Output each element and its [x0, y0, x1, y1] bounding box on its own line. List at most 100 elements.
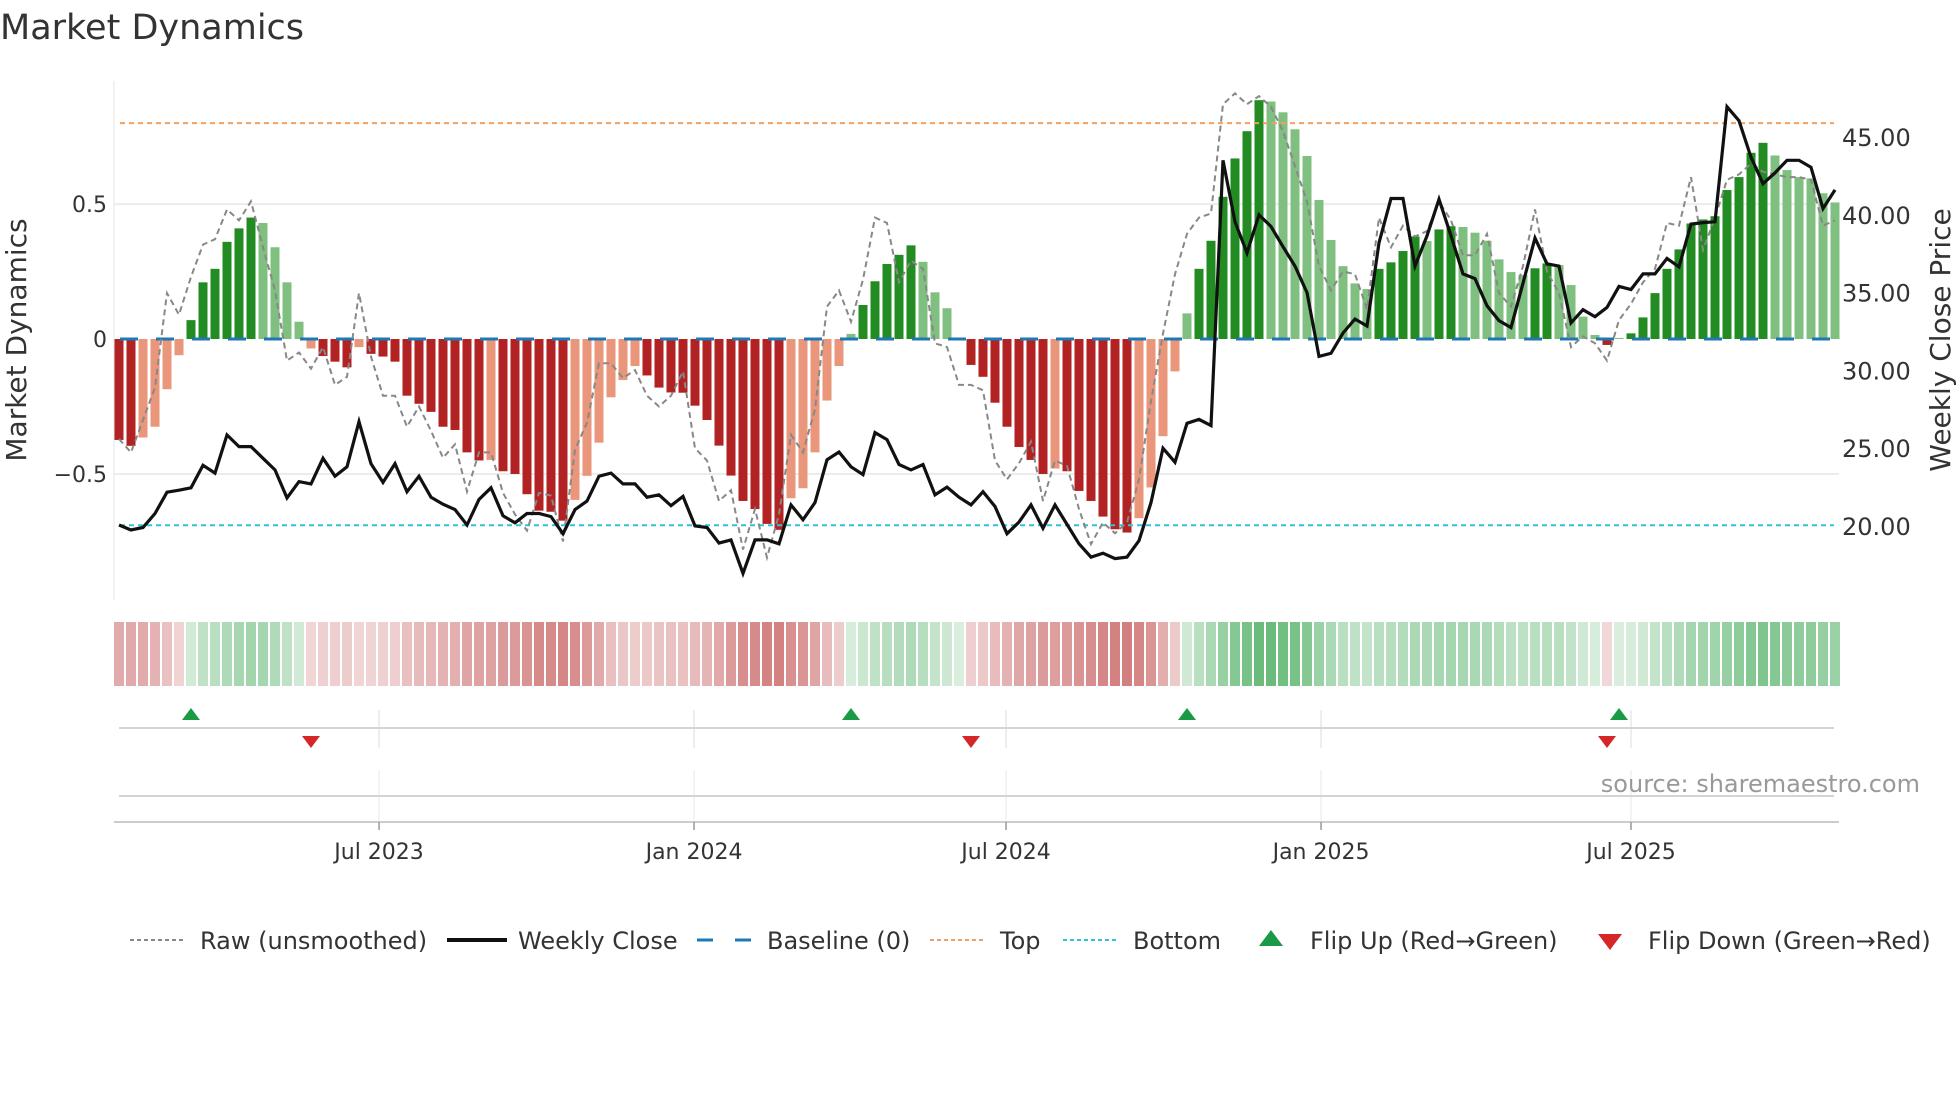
- legend-item-top: Top: [930, 927, 1041, 955]
- bar: [630, 339, 640, 367]
- bar: [414, 339, 424, 404]
- legend-item-flip-up: Flip Up (Red→Green): [1259, 927, 1558, 955]
- bar: [510, 339, 520, 474]
- heat-cell: [306, 622, 316, 686]
- heat-cell: [1314, 622, 1324, 686]
- heat-cell: [750, 622, 760, 686]
- heat-cell: [1302, 622, 1312, 686]
- heat-cell: [198, 622, 208, 686]
- heat-cell: [1326, 622, 1336, 686]
- heat-strip: [114, 622, 1840, 686]
- heat-cell: [714, 622, 724, 686]
- heat-cell: [1674, 622, 1684, 686]
- heat-cell: [786, 622, 796, 686]
- heat-cell: [606, 622, 616, 686]
- heat-cell: [546, 622, 556, 686]
- bar: [906, 245, 916, 340]
- bar: [990, 339, 1000, 403]
- heat-cell: [126, 622, 136, 686]
- heat-cell: [1050, 622, 1060, 686]
- heat-cell: [498, 622, 508, 686]
- y2-tick-label: 45.00: [1842, 124, 1911, 152]
- bar: [558, 339, 568, 521]
- heat-cell: [798, 622, 808, 686]
- heat-cell: [1542, 622, 1552, 686]
- legend-label: Raw (unsmoothed): [200, 927, 427, 955]
- heat-cell: [1554, 622, 1564, 686]
- bar: [594, 339, 604, 443]
- heat-cell: [1158, 622, 1168, 686]
- bar: [378, 339, 388, 357]
- chart-title: Market Dynamics: [0, 8, 304, 48]
- heat-cell: [1026, 622, 1036, 686]
- bar: [1002, 339, 1012, 427]
- heat-cell: [690, 622, 700, 686]
- bar: [126, 339, 136, 446]
- heat-cell: [774, 622, 784, 686]
- heat-cell: [138, 622, 148, 686]
- heat-cell: [630, 622, 640, 686]
- heat-cell: [846, 622, 856, 686]
- bar: [210, 268, 220, 340]
- heat-cell: [1374, 622, 1384, 686]
- bar: [246, 217, 256, 340]
- heat-cell: [426, 622, 436, 686]
- bar: [198, 282, 208, 340]
- x-tick-label: Jul 2023: [332, 840, 424, 865]
- heat-cell: [474, 622, 484, 686]
- bar: [966, 339, 976, 365]
- heat-cell: [1098, 622, 1108, 686]
- bar: [1482, 240, 1492, 340]
- heat-cell: [654, 622, 664, 686]
- heat-cell: [1638, 622, 1648, 686]
- bar: [462, 339, 472, 453]
- heat-cell: [342, 622, 352, 686]
- heat-cell: [870, 622, 880, 686]
- bar: [1434, 229, 1444, 340]
- bar: [738, 339, 748, 501]
- bar: [1386, 262, 1396, 340]
- heat-cell: [462, 622, 472, 686]
- heat-cell: [438, 622, 448, 686]
- heat-cell: [390, 622, 400, 686]
- bar: [702, 339, 712, 420]
- bar: [1194, 268, 1204, 340]
- bar: [894, 254, 904, 340]
- heat-cell: [1134, 622, 1144, 686]
- x-tick-label: Jan 2025: [1271, 840, 1370, 865]
- heat-cell: [1278, 622, 1288, 686]
- heat-cell: [1254, 622, 1264, 686]
- heat-cell: [1614, 622, 1624, 686]
- bar: [1494, 259, 1504, 340]
- heat-cell: [1422, 622, 1432, 686]
- source-credit: source: sharemaestro.com: [1601, 770, 1920, 798]
- bar: [822, 339, 832, 401]
- legend-item-raw: Raw (unsmoothed): [130, 927, 427, 955]
- bar: [1242, 131, 1252, 340]
- bar: [1278, 112, 1288, 340]
- bar: [1782, 170, 1792, 340]
- bar: [1374, 268, 1384, 340]
- heat-cell: [402, 622, 412, 686]
- bar: [1266, 101, 1276, 340]
- heat-cell: [450, 622, 460, 686]
- flip-down-icon: [1598, 934, 1622, 950]
- heat-cell: [1578, 622, 1588, 686]
- heat-cell: [1242, 622, 1252, 686]
- heat-cell: [954, 622, 964, 686]
- heat-cell: [618, 622, 628, 686]
- bar: [714, 339, 724, 446]
- bar: [750, 339, 760, 510]
- heat-cell: [1266, 622, 1276, 686]
- bar: [666, 339, 676, 393]
- heat-cell: [822, 622, 832, 686]
- reference-lines: [120, 122, 1834, 527]
- left-axis: 0.5 0 −0.5: [54, 193, 107, 488]
- bar: [270, 247, 280, 340]
- bar: [1830, 202, 1840, 340]
- bar: [978, 339, 988, 377]
- heat-cell: [1722, 622, 1732, 686]
- flip-down-marker: [302, 736, 320, 748]
- heat-cell: [1830, 622, 1840, 686]
- y2-tick-label: 40.00: [1842, 202, 1911, 230]
